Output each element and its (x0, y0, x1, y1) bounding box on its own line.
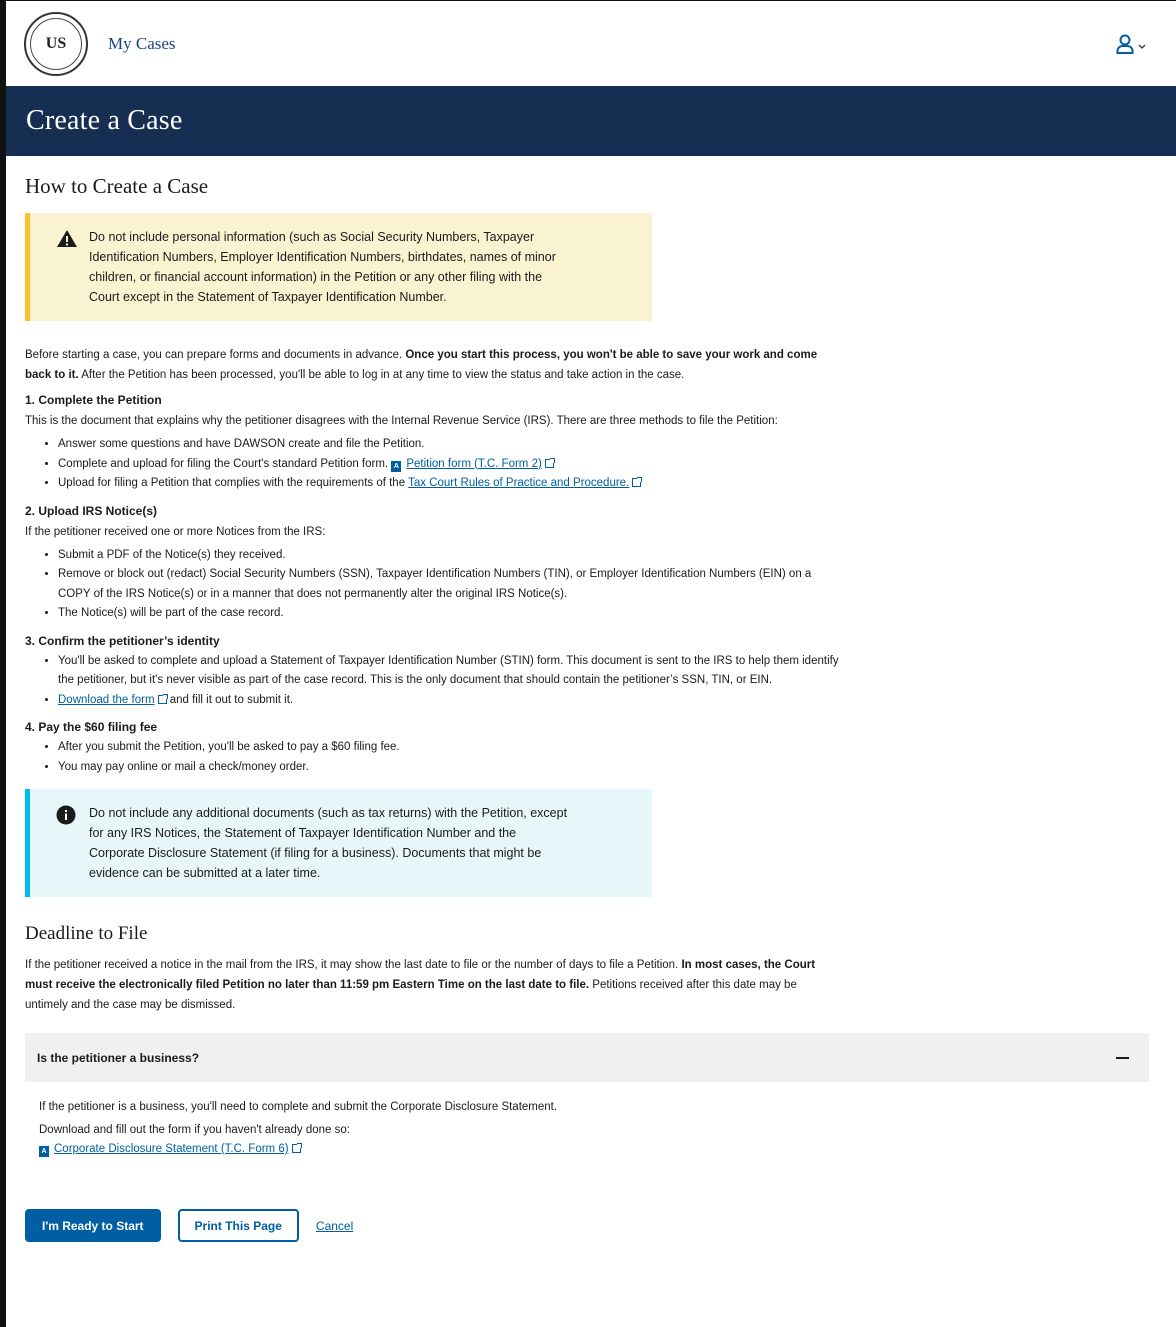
tax-court-rules-link[interactable]: Tax Court Rules of Practice and Procedur… (408, 477, 629, 489)
list-item: The Notice(s) will be part of the case r… (58, 604, 845, 624)
external-link-icon (157, 693, 168, 704)
step3-title: 3. Confirm the petitioner’s identity (25, 633, 220, 648)
step1-list: Answer some questions and have DAWSON cr… (25, 435, 1157, 494)
download-form-link[interactable]: Download the form (58, 694, 155, 706)
info-text: Do not include any additional documents … (89, 806, 568, 880)
deadline-section: Deadline to File If the petitioner recei… (25, 923, 1157, 1015)
list-item-text: and fill it out to submit it. (166, 693, 294, 706)
list-item: You'll be asked to complete and upload a… (58, 652, 845, 691)
my-cases-link[interactable]: My Cases (108, 34, 176, 54)
main-content: How to Create a Case Do not include pers… (6, 156, 1176, 1242)
intro-part: Before starting a case, you can prepare … (25, 349, 406, 361)
warning-alert: Do not include personal information (suc… (25, 213, 652, 321)
pdf-icon: A (391, 460, 402, 472)
external-link-icon (632, 477, 643, 487)
intro-text: Before starting a case, you can prepare … (25, 345, 825, 385)
petition-form-link[interactable]: Petition form (T.C. Form 2) (406, 458, 541, 470)
print-page-button[interactable]: Print This Page (177, 1209, 299, 1242)
list-item: Answer some questions and have DAWSON cr… (58, 435, 1157, 455)
info-icon (56, 803, 89, 883)
step1-title: 1. Complete the Petition (25, 393, 162, 407)
info-alert: Do not include any additional documents … (25, 789, 652, 897)
top-header: US My Cases (6, 1, 1176, 86)
chevron-down-icon (1138, 39, 1146, 53)
list-item: Download the form and fill it out to sub… (58, 691, 845, 711)
deadline-part: If the petitioner received a notice in t… (25, 959, 682, 971)
accordion-text: Download and fill out the form if you ha… (39, 1124, 350, 1136)
list-item: Submit a PDF of the Notice(s) they recei… (58, 546, 845, 566)
step3-list: You'll be asked to complete and upload a… (25, 652, 845, 711)
accordion-title: Is the petitioner a business? (37, 1050, 200, 1065)
accordion-toggle[interactable]: Is the petitioner a business? (25, 1033, 1149, 1082)
cancel-link[interactable]: Cancel (316, 1219, 353, 1233)
step2-desc: If the petitioner received one or more N… (25, 525, 326, 538)
pdf-icon: A (39, 1146, 49, 1157)
intro-part: After the Petition has been processed, y… (78, 369, 685, 381)
list-item: After you submit the Petition, you'll be… (58, 738, 1157, 758)
step2-title: 2. Upload IRS Notice(s) (25, 503, 158, 518)
accordion-text: If the petitioner is a business, you'll … (39, 1101, 558, 1113)
accordion-body: If the petitioner is a business, you'll … (25, 1082, 1149, 1169)
court-seal-logo[interactable]: US (24, 11, 88, 76)
page-title: Create a Case (26, 105, 183, 136)
deadline-text: If the petitioner received a notice in t… (25, 955, 835, 1015)
deadline-heading: Deadline to File (25, 923, 148, 944)
ready-to-start-button[interactable]: I'm Ready to Start (25, 1209, 161, 1242)
list-item: You may pay online or mail a check/money… (58, 758, 1157, 778)
list-item-text: Complete and upload for filing the Court… (58, 457, 389, 470)
user-icon (1116, 34, 1134, 57)
step4-title: 4. Pay the $60 filing fee (25, 720, 158, 734)
minus-icon (1116, 1056, 1129, 1059)
list-item: Remove or block out (redact) Social Secu… (58, 565, 845, 604)
step4-list: After you submit the Petition, you'll be… (25, 738, 1157, 777)
list-item-text: Upload for filing a Petition that compli… (58, 477, 406, 489)
step1-desc: This is the document that explains why t… (25, 415, 778, 427)
page: US My Cases Create a Case How to Create … (0, 0, 1176, 1327)
business-accordion: Is the petitioner a business? If the pet… (25, 1033, 1149, 1169)
list-item: Complete and upload for filing the Court… (58, 455, 1157, 475)
external-link-icon (291, 1143, 302, 1153)
accordion-link-row: A Corporate Disclosure Statement (T.C. Fo… (39, 1140, 1137, 1159)
seal-text: US (30, 17, 82, 70)
page-banner: Create a Case (6, 86, 1176, 156)
warning-text: Do not include personal information (suc… (89, 230, 556, 304)
action-buttons: I'm Ready to Start Print This Page Cance… (25, 1209, 1157, 1242)
list-item: Upload for filing a Petition that compli… (58, 474, 1157, 494)
warning-icon (56, 227, 89, 307)
step2-list: Submit a PDF of the Notice(s) they recei… (25, 546, 845, 624)
how-to-heading: How to Create a Case (25, 174, 209, 198)
external-link-icon (544, 457, 555, 468)
user-menu-button[interactable] (1116, 34, 1146, 57)
corporate-disclosure-link[interactable]: Corporate Disclosure Statement (T.C. For… (54, 1143, 289, 1155)
